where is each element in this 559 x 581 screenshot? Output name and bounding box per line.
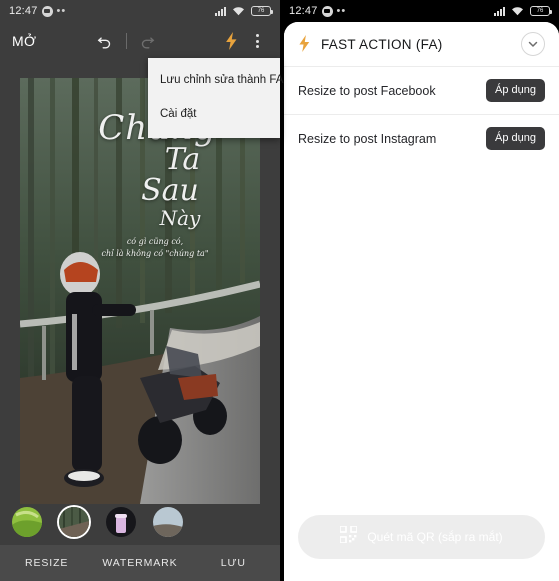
filter-thumb-original[interactable] xyxy=(59,507,89,537)
fa-label-instagram: Resize to post Instagram xyxy=(298,131,437,146)
caption-line-4: Này xyxy=(159,206,201,230)
left-phone-screen: 12:47 •• 76 MỞ Ta Sau Này có gì cũng có,… xyxy=(0,0,283,581)
battery-icon: 76 xyxy=(530,6,552,16)
filter-thumb-purple[interactable] xyxy=(106,507,136,537)
caption-line-3: Sau xyxy=(141,173,199,208)
fast-action-sheet: FAST ACTION (FA) Resize to post Facebook… xyxy=(284,22,559,581)
chat-bubble-icon xyxy=(41,5,53,17)
filter-thumbnail-strip xyxy=(0,500,280,544)
wifi-icon xyxy=(232,6,245,16)
lightning-bolt-icon[interactable] xyxy=(216,26,246,56)
overflow-menu: Lưu chỉnh sửa thành FA Cài đặt xyxy=(148,58,283,138)
battery-icon: 76 xyxy=(251,6,273,16)
signal-bars-icon xyxy=(215,6,226,16)
menu-item-save-edit-as-fa[interactable]: Lưu chỉnh sửa thành FA xyxy=(148,64,283,98)
signal-bars-icon xyxy=(494,6,505,16)
open-button[interactable]: MỞ xyxy=(12,33,36,49)
scan-qr-label: Quét mã QR (sắp ra mắt) xyxy=(367,530,503,544)
tab-watermark[interactable]: WATERMARK xyxy=(93,557,186,569)
apply-button-instagram[interactable]: Áp dụng xyxy=(486,127,545,150)
menu-item-settings[interactable]: Cài đặt xyxy=(148,98,280,132)
battery-level: 76 xyxy=(536,8,544,14)
fa-label-facebook: Resize to post Facebook xyxy=(298,83,436,98)
editor-toolbar: MỞ xyxy=(0,22,280,60)
caption-subtitle-1: có gì cũng có, xyxy=(126,237,184,246)
scan-qr-button[interactable]: Quét mã QR (sắp ra mắt) xyxy=(298,515,545,559)
right-status-clock: 12:47 xyxy=(289,5,318,17)
fast-action-body: Resize to post Facebook Áp dụng Resize t… xyxy=(284,66,559,581)
chevron-down-icon[interactable] xyxy=(521,32,545,56)
lightning-bolt-icon xyxy=(298,34,311,54)
kebab-menu-icon[interactable] xyxy=(246,26,268,56)
image-canvas[interactable]: Chúng Ta Sau Này có gì cũng có, chỉ là k… xyxy=(20,78,260,504)
redo-arrow-icon[interactable] xyxy=(133,26,163,56)
right-status-left-group: 12:47 •• xyxy=(289,5,346,17)
status-right-group: 76 xyxy=(215,6,273,16)
right-phone-screen: 12:47 •• 76 FAST ACTION (FA) Resize to p… xyxy=(280,0,559,581)
status-left-group: 12:47 •• xyxy=(9,5,66,17)
ellipsis-icon: •• xyxy=(56,5,67,17)
editor-bottom-tabs: RESIZE WATERMARK LƯU xyxy=(0,545,280,581)
left-status-bar: 12:47 •• 76 xyxy=(0,0,280,22)
status-clock: 12:47 xyxy=(9,5,38,17)
undo-arrow-icon[interactable] xyxy=(90,26,120,56)
ellipsis-icon: •• xyxy=(336,5,347,17)
wifi-icon xyxy=(511,6,524,16)
apply-button-facebook[interactable]: Áp dụng xyxy=(486,79,545,102)
tab-resize[interactable]: RESIZE xyxy=(0,557,93,569)
caption-subtitle-2: chỉ là không có "chúng ta" xyxy=(101,249,209,258)
filter-thumb-sky[interactable] xyxy=(153,507,183,537)
fast-action-title: FAST ACTION (FA) xyxy=(321,36,443,52)
fa-row-facebook[interactable]: Resize to post Facebook Áp dụng xyxy=(284,66,559,114)
dual-screenshot-root: 12:47 •• 76 MỞ Ta Sau Này có gì cũng có,… xyxy=(0,0,559,581)
right-status-bar: 12:47 •• 76 xyxy=(280,0,559,22)
battery-level: 76 xyxy=(257,8,265,14)
tab-save[interactable]: LƯU xyxy=(187,557,280,569)
fa-row-instagram[interactable]: Resize to post Instagram Áp dụng xyxy=(284,114,559,162)
chat-bubble-icon xyxy=(321,5,333,17)
toolbar-divider xyxy=(125,33,127,49)
qr-code-icon xyxy=(339,525,359,548)
right-status-right-group: 76 xyxy=(494,6,552,16)
fast-action-header: FAST ACTION (FA) xyxy=(284,22,559,66)
filter-thumb-green[interactable] xyxy=(12,507,42,537)
